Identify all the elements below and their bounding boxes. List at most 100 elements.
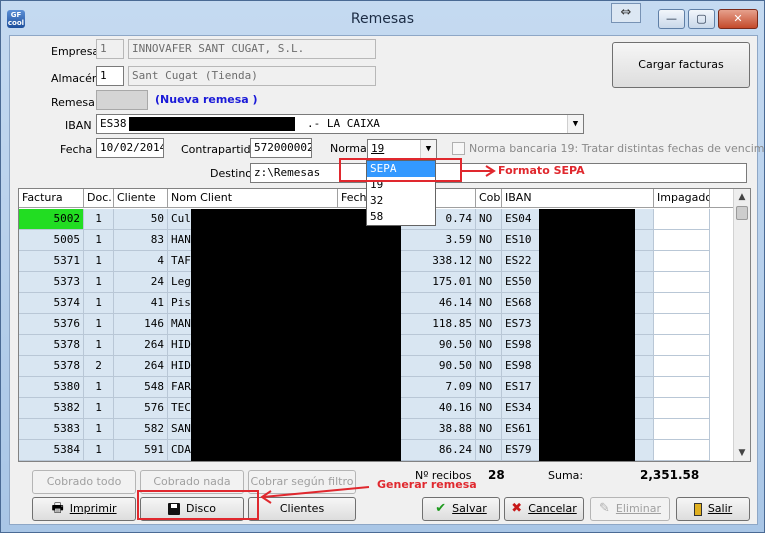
table-cell[interactable]: 5378: [19, 335, 84, 356]
table-cell[interactable]: 90.50: [398, 356, 476, 377]
table-cell[interactable]: [654, 293, 710, 314]
table-cell[interactable]: [654, 272, 710, 293]
table-cell[interactable]: [654, 251, 710, 272]
col-doc[interactable]: Doc.: [84, 189, 114, 208]
table-cell[interactable]: [654, 356, 710, 377]
table-cell[interactable]: 5384: [19, 440, 84, 461]
table-cell[interactable]: 1: [84, 335, 114, 356]
table-cell[interactable]: 264: [114, 335, 168, 356]
table-cell[interactable]: 1: [84, 398, 114, 419]
scroll-up-icon[interactable]: ▲: [734, 189, 750, 205]
table-cell[interactable]: 46.14: [398, 293, 476, 314]
table-cell[interactable]: 1: [84, 377, 114, 398]
table-cell[interactable]: 1: [84, 293, 114, 314]
table-cell[interactable]: 3.59: [398, 230, 476, 251]
table-cell[interactable]: 5383: [19, 419, 84, 440]
table-cell[interactable]: 1: [84, 230, 114, 251]
salvar-button[interactable]: ✔ Salvar: [422, 497, 500, 521]
table-cell[interactable]: 1: [84, 251, 114, 272]
table-cell[interactable]: [654, 440, 710, 461]
table-cell[interactable]: 548: [114, 377, 168, 398]
table-cell[interactable]: 38.88: [398, 419, 476, 440]
table-cell[interactable]: [654, 377, 710, 398]
chevron-down-icon[interactable]: ▼: [567, 115, 583, 133]
table-cell[interactable]: 5002: [19, 209, 84, 230]
almacen-code-field[interactable]: 1: [96, 66, 124, 86]
resize-icon[interactable]: ⇔: [611, 3, 641, 23]
table-cell[interactable]: NO: [476, 419, 502, 440]
table-cell[interactable]: 83: [114, 230, 168, 251]
table-cell[interactable]: [654, 419, 710, 440]
table-cell[interactable]: 264: [114, 356, 168, 377]
table-cell[interactable]: NO: [476, 335, 502, 356]
fecha-field[interactable]: 10/02/2014: [96, 138, 164, 158]
table-cell[interactable]: 4: [114, 251, 168, 272]
norma-select[interactable]: 19 ▼: [367, 139, 437, 159]
close-icon[interactable]: ✕: [718, 9, 758, 29]
table-cell[interactable]: 5380: [19, 377, 84, 398]
table-cell[interactable]: NO: [476, 398, 502, 419]
table-cell[interactable]: 146: [114, 314, 168, 335]
table-cell[interactable]: 50: [114, 209, 168, 230]
table-cell[interactable]: NO: [476, 293, 502, 314]
scroll-thumb[interactable]: [736, 206, 748, 220]
table-cell[interactable]: 5376: [19, 314, 84, 335]
chevron-down-icon[interactable]: ▼: [420, 140, 436, 158]
table-cell[interactable]: 576: [114, 398, 168, 419]
table-cell[interactable]: 1: [84, 440, 114, 461]
table-cell[interactable]: NO: [476, 272, 502, 293]
table-cell[interactable]: 24: [114, 272, 168, 293]
table-cell[interactable]: NO: [476, 314, 502, 335]
table-cell[interactable]: [654, 230, 710, 251]
cancelar-button[interactable]: ✖ Cancelar: [504, 497, 584, 521]
col-cliente[interactable]: Cliente: [114, 189, 168, 208]
table-cell[interactable]: 90.50: [398, 335, 476, 356]
table-cell[interactable]: 118.85: [398, 314, 476, 335]
table-cell[interactable]: 5373: [19, 272, 84, 293]
table-cell[interactable]: 1: [84, 209, 114, 230]
table-cell[interactable]: 5005: [19, 230, 84, 251]
table-cell[interactable]: [654, 209, 710, 230]
iban-select[interactable]: ES38 .- LA CAIXA ▼: [96, 114, 584, 134]
imprimir-button[interactable]: 🖶 Imprimir: [32, 497, 136, 521]
eliminar-button[interactable]: ✎ Eliminar: [590, 497, 670, 521]
salir-button[interactable]: Salir: [676, 497, 750, 521]
table-cell[interactable]: 5382: [19, 398, 84, 419]
table-cell[interactable]: NO: [476, 209, 502, 230]
table-cell[interactable]: 5371: [19, 251, 84, 272]
table-cell[interactable]: [654, 398, 710, 419]
table-cell[interactable]: NO: [476, 440, 502, 461]
table-cell[interactable]: [654, 314, 710, 335]
table-cell[interactable]: NO: [476, 230, 502, 251]
maximize-icon[interactable]: ▢: [688, 9, 715, 29]
col-cob[interactable]: Cob: [476, 189, 502, 208]
table-cell[interactable]: 41: [114, 293, 168, 314]
table-cell[interactable]: 1: [84, 272, 114, 293]
cobrado-todo-button[interactable]: Cobrado todo: [32, 470, 136, 494]
norma-option-32[interactable]: 32: [367, 193, 435, 209]
table-cell[interactable]: 175.01: [398, 272, 476, 293]
contrapartida-field[interactable]: 572000002: [250, 138, 312, 158]
col-impagado[interactable]: Impagado: [654, 189, 710, 208]
table-cell[interactable]: [654, 335, 710, 356]
table-cell[interactable]: 1: [84, 314, 114, 335]
table-cell[interactable]: 5378: [19, 356, 84, 377]
table-cell[interactable]: 7.09: [398, 377, 476, 398]
norma-option-58[interactable]: 58: [367, 209, 435, 225]
col-factura[interactable]: Factura: [19, 189, 84, 208]
table-cell[interactable]: NO: [476, 356, 502, 377]
col-nom-client[interactable]: Nom Client: [168, 189, 338, 208]
table-cell[interactable]: 40.16: [398, 398, 476, 419]
minimize-icon[interactable]: —: [658, 9, 685, 29]
table-cell[interactable]: NO: [476, 377, 502, 398]
table-cell[interactable]: 2: [84, 356, 114, 377]
table-cell[interactable]: 5374: [19, 293, 84, 314]
table-cell[interactable]: 1: [84, 419, 114, 440]
col-iban[interactable]: IBAN: [502, 189, 654, 208]
table-scrollbar[interactable]: ▲ ▼: [733, 189, 750, 461]
table-cell[interactable]: NO: [476, 251, 502, 272]
table-cell[interactable]: 591: [114, 440, 168, 461]
scroll-down-icon[interactable]: ▼: [734, 445, 750, 461]
cargar-facturas-button[interactable]: Cargar facturas: [612, 42, 750, 88]
table-cell[interactable]: 582: [114, 419, 168, 440]
